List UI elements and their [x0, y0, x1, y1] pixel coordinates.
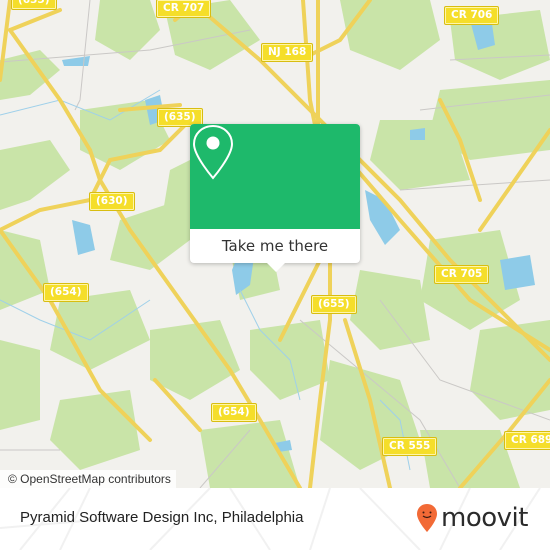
- road-label-cr-689: CR 689: [505, 432, 550, 449]
- popup-header: [190, 124, 360, 229]
- road-label-654-west: (654): [44, 284, 88, 301]
- footer-bar: Pyramid Software Design Inc, Philadelphi…: [0, 488, 550, 550]
- map-canvas[interactable]: (635) CR 707 CR 706 NJ 168 (635) (630) (…: [0, 0, 550, 488]
- road-label-cr-706: CR 706: [445, 7, 499, 24]
- moovit-pin-icon: [417, 504, 437, 532]
- map-pin-icon: [192, 124, 234, 180]
- road-label-654-south: (654): [212, 404, 256, 421]
- moovit-wordmark: moovit: [441, 503, 528, 533]
- road-label-655: (655): [312, 296, 356, 313]
- road-label-r-635-top: (635): [12, 0, 56, 9]
- road-label-cr-705: CR 705: [435, 266, 489, 283]
- map-attribution[interactable]: © OpenStreetMap contributors: [0, 470, 176, 488]
- road-label-nj-168: NJ 168: [262, 44, 313, 61]
- location-popup: Take me there: [190, 124, 360, 272]
- moovit-logo[interactable]: moovit: [416, 500, 528, 536]
- road-label-630: (630): [90, 193, 134, 210]
- road-label-cr-555: CR 555: [383, 438, 437, 455]
- road-label-cr-707: CR 707: [157, 0, 211, 17]
- popup-pointer: [267, 263, 285, 272]
- place-name: Pyramid Software Design Inc, Philadelphi…: [20, 509, 304, 526]
- take-me-there-button[interactable]: Take me there: [190, 229, 360, 263]
